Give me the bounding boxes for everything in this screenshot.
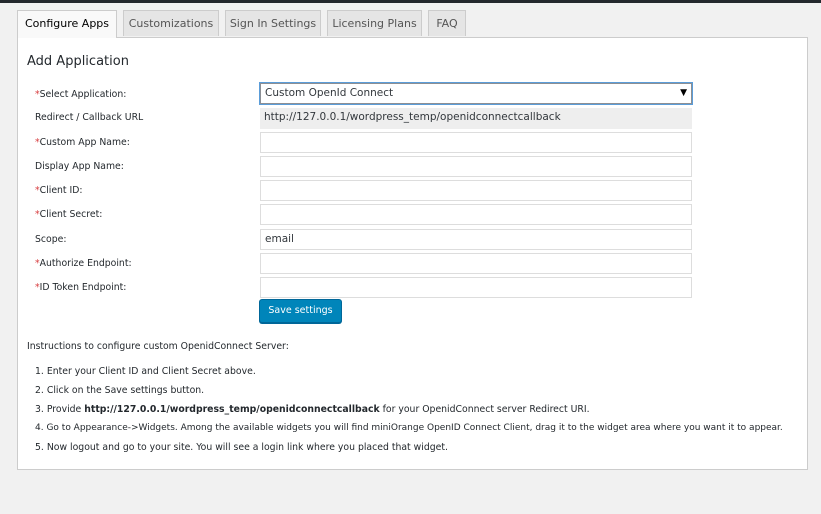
redirect-url-label: Redirect / Callback URL: [35, 112, 144, 123]
client-id-label: *Client ID:: [35, 185, 83, 196]
select-application-label: *Select Application:: [35, 89, 127, 100]
authorize-endpoint-label: *Authorize Endpoint:: [35, 258, 132, 269]
redirect-url-field[interactable]: http://127.0.0.1/wordpress_temp/openidco…: [260, 108, 692, 129]
select-application-dropdown[interactable]: Custom OpenId Connect ▼: [260, 83, 692, 104]
callback-url-text: http://127.0.0.1/wordpress_temp/openidco…: [84, 404, 380, 415]
instruction-step-4: 4. Go to Appearance->Widgets. Among the …: [35, 423, 783, 433]
client-id-input[interactable]: [260, 180, 692, 201]
instruction-step-3: 3. Provide http://127.0.0.1/wordpress_te…: [35, 404, 590, 415]
authorize-endpoint-input[interactable]: [260, 253, 692, 274]
instruction-step-1: 1. Enter your Client ID and Client Secre…: [35, 366, 256, 377]
tab-configure-apps[interactable]: Configure Apps: [17, 10, 117, 38]
custom-app-name-input[interactable]: [260, 132, 692, 153]
tab-customizations[interactable]: Customizations: [123, 10, 219, 36]
display-app-name-input[interactable]: [260, 156, 692, 177]
scope-input[interactable]: email: [260, 229, 692, 250]
tab-licensing-plans[interactable]: Licensing Plans: [327, 10, 422, 36]
tab-sign-in-settings[interactable]: Sign In Settings: [225, 10, 321, 36]
panel-title: Add Application: [27, 54, 129, 69]
instruction-step-5: 5. Now logout and go to your site. You w…: [35, 442, 448, 453]
instruction-step-2: 2. Click on the Save settings button.: [35, 385, 205, 396]
tab-faq[interactable]: FAQ: [428, 10, 466, 36]
display-app-name-label: Display App Name:: [35, 161, 124, 172]
client-secret-label: *Client Secret:: [35, 209, 103, 220]
id-token-endpoint-input[interactable]: [260, 277, 692, 298]
instructions-title: Instructions to configure custom OpenidC…: [27, 341, 289, 352]
custom-app-name-label: *Custom App Name:: [35, 137, 130, 148]
scope-label: Scope:: [35, 234, 67, 245]
dropdown-arrow-icon: ▼: [680, 88, 687, 98]
save-settings-button[interactable]: Save settings: [259, 299, 342, 323]
client-secret-input[interactable]: [260, 204, 692, 225]
admin-top-bar: [0, 0, 821, 3]
configure-apps-panel: Add Application *Select Application: Cus…: [17, 37, 808, 470]
id-token-endpoint-label: *ID Token Endpoint:: [35, 282, 127, 293]
